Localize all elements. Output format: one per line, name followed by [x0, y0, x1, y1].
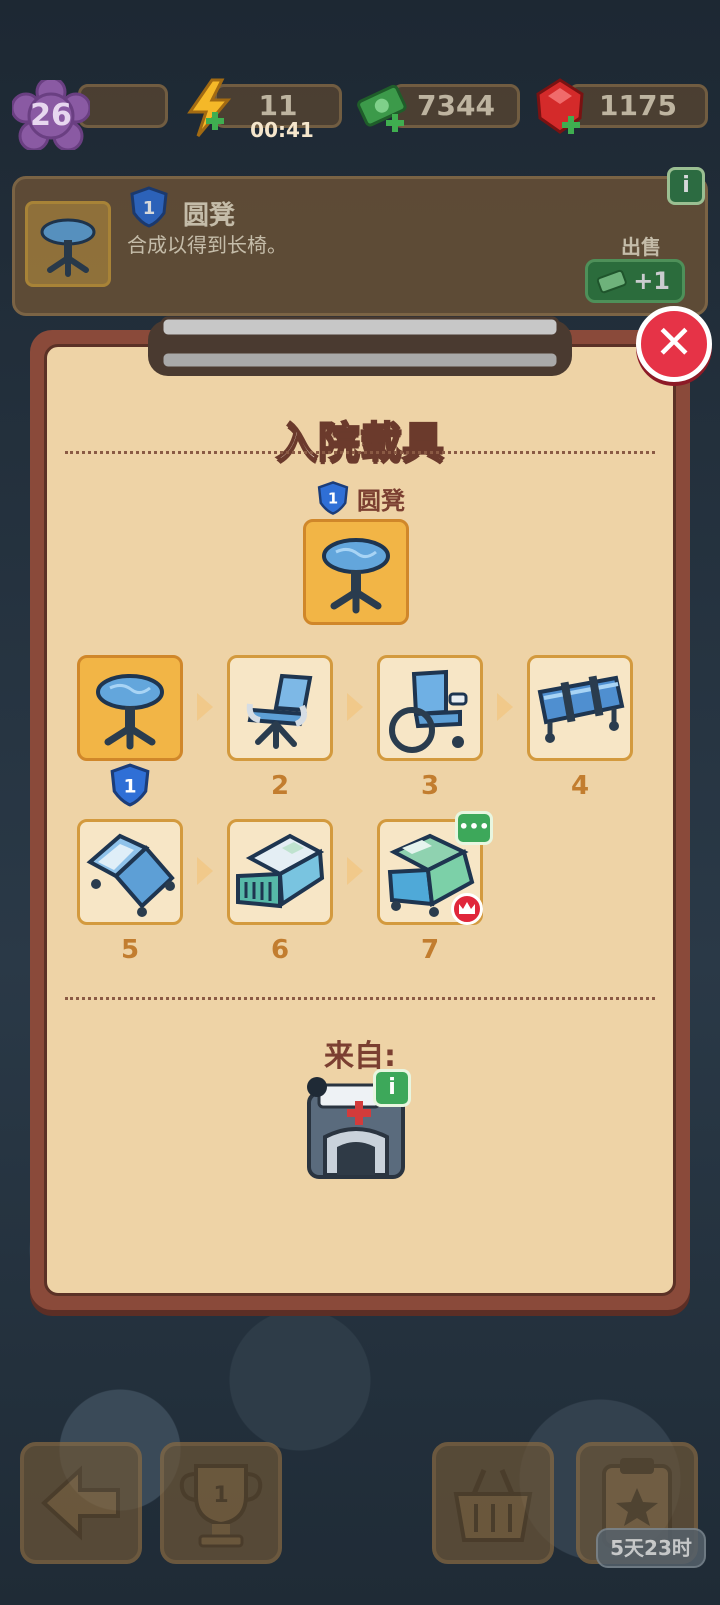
chain-tile-4[interactable] — [527, 655, 633, 761]
level-badge[interactable]: 26 — [12, 80, 90, 150]
energy-timer: 00:41 — [250, 118, 314, 142]
divider-top — [65, 451, 655, 454]
arrow-left-icon — [41, 1465, 120, 1541]
chain-tile-5[interactable] — [77, 819, 183, 925]
back-button[interactable] — [20, 1442, 142, 1564]
chain-tile-1[interactable] — [77, 655, 183, 761]
selected-item-name: 圆凳 — [357, 486, 405, 515]
source-info-button[interactable]: i — [373, 1069, 411, 1107]
trophy-icon: 1 — [179, 1464, 263, 1548]
info-button[interactable]: i — [667, 167, 705, 205]
chain-label-4: 4 — [570, 771, 590, 801]
selected-level-text: 1 — [328, 491, 338, 508]
chain-label-2: 2 — [270, 771, 290, 801]
level-value: 26 — [30, 98, 72, 133]
stretcher-icon — [537, 675, 625, 743]
cash-icon — [596, 269, 627, 294]
sell-label: 出售 — [621, 235, 661, 259]
chain-tile-2[interactable] — [227, 655, 333, 761]
stool-icon — [40, 218, 96, 277]
level-shield-icon: 1 — [130, 186, 168, 228]
selected-item-tile[interactable] — [303, 519, 409, 625]
item-thumbnail — [25, 201, 111, 287]
item-description: 合成以得到长椅。 — [127, 233, 287, 257]
clipboard-clip — [148, 316, 572, 376]
source-label: 来自: — [324, 1039, 396, 1074]
shop-basket-button[interactable] — [432, 1442, 554, 1564]
wheelchair-icon — [389, 669, 468, 753]
chain-arrow — [347, 693, 363, 721]
trophy-number: 1 — [213, 1483, 228, 1508]
cash-value: 7344 — [417, 89, 495, 122]
office-chair-icon — [246, 673, 313, 749]
event-timer-badge: 5天23时 — [596, 1528, 706, 1568]
basket-icon — [453, 1469, 533, 1542]
chain-label-7: 7 — [420, 935, 440, 965]
chain-label-6: 6 — [270, 935, 290, 965]
gem-value: 1175 — [599, 89, 677, 122]
stool-icon — [96, 674, 164, 750]
chain-arrow — [197, 693, 213, 721]
selected-item-label: 1 圆凳 — [47, 479, 673, 517]
gem-pill[interactable]: 1175 — [568, 84, 708, 128]
chat-bubble-icon: ••• — [455, 811, 493, 845]
merge-chain-modal: 入院载具 1 圆凳 1 2 3 4 5 6 ••• 7 来自: i — [30, 316, 690, 1310]
chain-label-3: 3 — [420, 771, 440, 801]
chain-label-1: 1 — [123, 776, 136, 797]
hospital-bed-icon — [86, 833, 175, 917]
close-button[interactable]: ✕ — [636, 306, 712, 382]
xp-bar[interactable] — [78, 84, 168, 128]
sell-value: +1 — [633, 267, 670, 295]
chain-arrow — [347, 857, 363, 885]
cash-icon — [357, 84, 407, 132]
chain-tile-3[interactable] — [377, 655, 483, 761]
info-level-text: 1 — [143, 198, 156, 219]
resource-bar: 26 11 00:41 7344 1175 — [0, 70, 720, 150]
item-info-panel: 1 圆凳 合成以得到长椅。 i 出售 +1 — [12, 167, 708, 316]
ward-bed-icon — [236, 833, 325, 909]
chain-arrow — [497, 693, 513, 721]
crown-icon — [451, 893, 483, 925]
ruby-icon — [536, 78, 584, 134]
item-name: 圆凳 — [183, 201, 236, 231]
lightning-icon — [187, 78, 232, 137]
stool-icon — [322, 538, 390, 614]
modal-title: 入院载具 — [275, 417, 445, 468]
modal-panel: 入院载具 1 圆凳 1 2 3 4 5 6 ••• 7 来自: i — [44, 344, 676, 1296]
level-shield-icon: 1 — [110, 763, 150, 807]
divider-bottom — [65, 997, 655, 1000]
trophy-button[interactable]: 1 — [160, 1442, 282, 1564]
chain-label-5: 5 — [120, 935, 140, 965]
sell-button[interactable]: +1 — [585, 259, 685, 303]
level-shield-icon: 1 — [317, 481, 349, 515]
chain-tile-6[interactable] — [227, 819, 333, 925]
chain-arrow — [197, 857, 213, 885]
